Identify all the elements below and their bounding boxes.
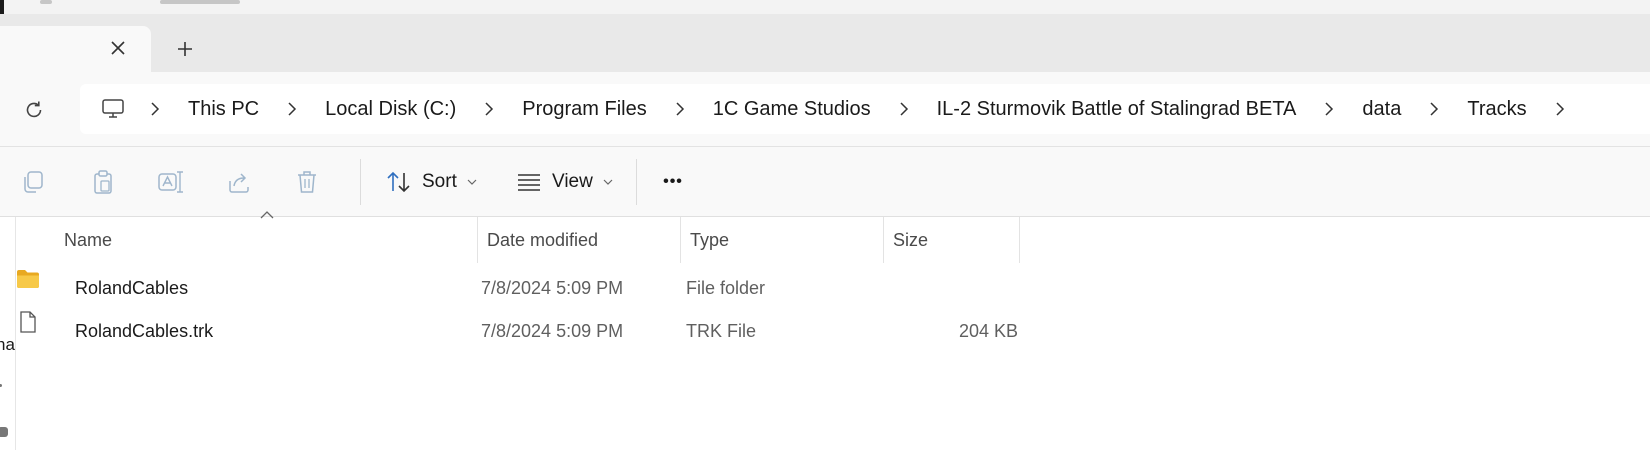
file-date: 7/8/2024 5:09 PM <box>481 278 624 298</box>
copy-icon <box>24 171 43 193</box>
breadcrumb-local-disk[interactable]: Local Disk (C:) <box>307 84 474 134</box>
command-bar: Sort View ••• <box>0 147 1650 217</box>
share-button[interactable] <box>224 167 254 197</box>
close-icon <box>111 41 125 55</box>
nav-pane-partial-label: na <box>0 335 15 354</box>
breadcrumb-data[interactable]: data <box>1344 84 1419 134</box>
sort-button[interactable]: Sort <box>386 159 477 205</box>
paste-button[interactable] <box>88 167 118 197</box>
delete-button[interactable] <box>292 167 322 197</box>
address-bar[interactable]: This PC Local Disk (C:) Program Files 1C… <box>80 84 1650 134</box>
rename-icon <box>158 171 183 193</box>
more-options-button[interactable]: ••• <box>655 165 691 199</box>
file-size: 204 KB <box>958 321 1018 341</box>
file-type: File folder <box>686 278 766 298</box>
sort-icon <box>387 171 410 193</box>
nav-pane-dot <box>0 384 2 387</box>
file-size <box>896 267 1018 309</box>
address-row: This PC Local Disk (C:) Program Files 1C… <box>0 72 1650 147</box>
column-divider[interactable] <box>477 217 478 263</box>
toolbar-separator <box>360 159 361 205</box>
breadcrumb-tracks[interactable]: Tracks <box>1449 84 1544 134</box>
table-row[interactable]: RolandCables 7/8/2024 5:09 PM File folde… <box>16 267 1016 309</box>
plus-icon <box>178 42 192 56</box>
window-top-strip <box>0 0 1650 15</box>
chevron-down-icon <box>603 179 613 185</box>
breadcrumb-chevron[interactable] <box>889 84 919 134</box>
column-header-name[interactable]: Name <box>64 217 464 263</box>
toolbar-separator <box>636 159 637 205</box>
chevron-right-icon <box>1325 102 1334 116</box>
nav-pane-pin-icon <box>0 427 8 437</box>
column-divider[interactable] <box>1019 217 1020 263</box>
new-tab-button[interactable] <box>174 38 196 60</box>
tab-close-button[interactable] <box>108 38 128 58</box>
rename-button[interactable] <box>156 167 186 197</box>
sort-label: Sort <box>422 171 457 192</box>
view-label: View <box>552 171 593 192</box>
copy-button[interactable] <box>18 167 48 197</box>
refresh-icon <box>26 101 42 118</box>
column-divider[interactable] <box>680 217 681 263</box>
tab-current[interactable] <box>0 26 151 72</box>
this-pc-icon[interactable] <box>100 96 126 122</box>
file-type: TRK File <box>686 321 757 341</box>
breadcrumb-chevron[interactable] <box>277 84 307 134</box>
chevron-down-icon <box>467 179 477 185</box>
tab-bar <box>0 14 1650 72</box>
column-header-type[interactable]: Type <box>690 217 880 263</box>
breadcrumb: This PC Local Disk (C:) Program Files 1C… <box>100 84 1575 134</box>
table-row[interactable]: RolandCables.trk 7/8/2024 5:09 PM TRK Fi… <box>16 310 1018 352</box>
view-button[interactable]: View <box>516 159 613 205</box>
breadcrumb-1c-game-studios[interactable]: 1C Game Studios <box>695 84 889 134</box>
breadcrumb-chevron[interactable] <box>665 84 695 134</box>
chevron-right-icon <box>288 102 297 116</box>
breadcrumb-chevron[interactable] <box>1419 84 1449 134</box>
breadcrumb-chevron[interactable] <box>1545 84 1575 134</box>
view-list-icon <box>518 174 540 191</box>
folder-icon <box>17 270 39 288</box>
chevron-right-icon <box>900 102 908 116</box>
chevron-right-icon <box>676 102 684 116</box>
breadcrumb-chevron[interactable] <box>140 84 170 134</box>
delete-icon <box>298 171 316 193</box>
column-divider[interactable] <box>883 217 884 263</box>
file-icon <box>20 311 36 333</box>
file-date: 7/8/2024 5:09 PM <box>481 321 624 341</box>
monitor-icon <box>102 99 124 118</box>
column-header-size[interactable]: Size <box>893 217 1013 263</box>
chevron-right-icon <box>1556 102 1564 116</box>
breadcrumb-chevron[interactable] <box>474 84 504 134</box>
column-header-date[interactable]: Date modified <box>487 217 677 263</box>
share-icon <box>229 173 249 193</box>
chevron-right-icon <box>485 102 494 116</box>
file-name[interactable]: RolandCables.trk <box>75 310 213 352</box>
breadcrumb-this-pc[interactable]: This PC <box>170 84 277 134</box>
paste-icon <box>94 170 112 194</box>
window-edge <box>0 0 4 14</box>
breadcrumb-il2[interactable]: IL-2 Sturmovik Battle of Stalingrad BETA <box>919 84 1315 134</box>
chevron-right-icon <box>1430 102 1439 116</box>
ghost-title <box>160 0 240 4</box>
breadcrumb-program-files[interactable]: Program Files <box>504 84 664 134</box>
ellipsis-icon: ••• <box>663 173 683 190</box>
ghost-icon <box>40 0 52 4</box>
breadcrumb-chevron[interactable] <box>1314 84 1344 134</box>
navigation-pane[interactable]: na <box>0 217 16 450</box>
chevron-right-icon <box>151 102 160 116</box>
file-name[interactable]: RolandCables <box>75 267 188 309</box>
refresh-button[interactable] <box>22 98 46 122</box>
